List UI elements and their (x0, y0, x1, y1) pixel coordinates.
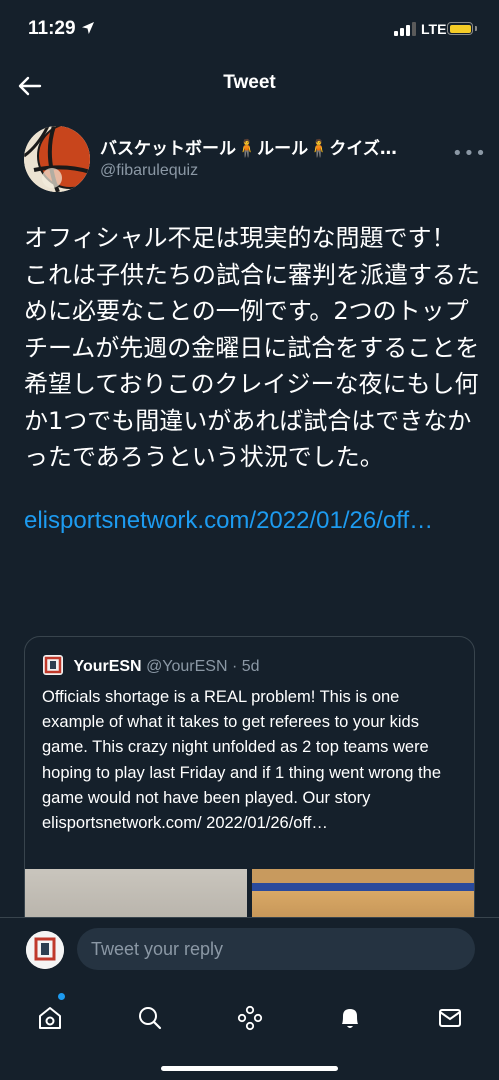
status-time: 11:29 (28, 18, 76, 39)
quoted-avatar (43, 655, 63, 675)
cellular-signal-icon (394, 22, 416, 36)
bottom-nav (0, 981, 499, 1080)
author-avatar[interactable] (24, 126, 90, 192)
quoted-author-name: YourESN (73, 658, 142, 675)
messages-icon[interactable] (425, 993, 475, 1043)
home-indicator (161, 1066, 338, 1071)
notifications-icon[interactable] (325, 993, 375, 1043)
reply-bar (0, 917, 499, 981)
basketball-icon (24, 126, 90, 192)
more-horizontal-icon[interactable]: ••• (452, 143, 487, 164)
quoted-author-handle: @YourESN (146, 658, 228, 675)
status-bar: 11:29 LTE (0, 0, 499, 56)
quoted-tweet-header: YourESN @YourESN · 5d (43, 655, 260, 677)
home-icon[interactable] (25, 993, 75, 1043)
notification-dot (58, 993, 65, 1000)
tweet-text: オフィシャル不足は現実的な問題です！ これは子供たちの試合に審判を派遣するために… (24, 224, 480, 471)
spaces-icon[interactable] (225, 993, 275, 1043)
quoted-tweet-text: Officials shortage is a REAL problem! Th… (42, 688, 441, 833)
author-name[interactable]: バスケットボール🧍ルール🧍クイズ… (100, 134, 445, 159)
location-arrow-icon (82, 22, 94, 34)
battery-icon (447, 22, 477, 35)
quoted-tweet[interactable]: YourESN @YourESN · 5d Officials shortage… (24, 636, 475, 936)
top-bar: Tweet (0, 62, 499, 108)
page-title: Tweet (223, 72, 276, 93)
search-icon[interactable] (125, 993, 175, 1043)
author-handle[interactable]: @fibarulequiz (100, 162, 198, 180)
reply-input[interactable] (77, 928, 475, 970)
tweet-link[interactable]: elisportsnetwork.com/2022/01/26/off… (24, 503, 484, 540)
network-type: LTE (421, 21, 447, 37)
user-avatar[interactable] (26, 931, 64, 969)
quoted-date: · 5d (231, 658, 260, 675)
